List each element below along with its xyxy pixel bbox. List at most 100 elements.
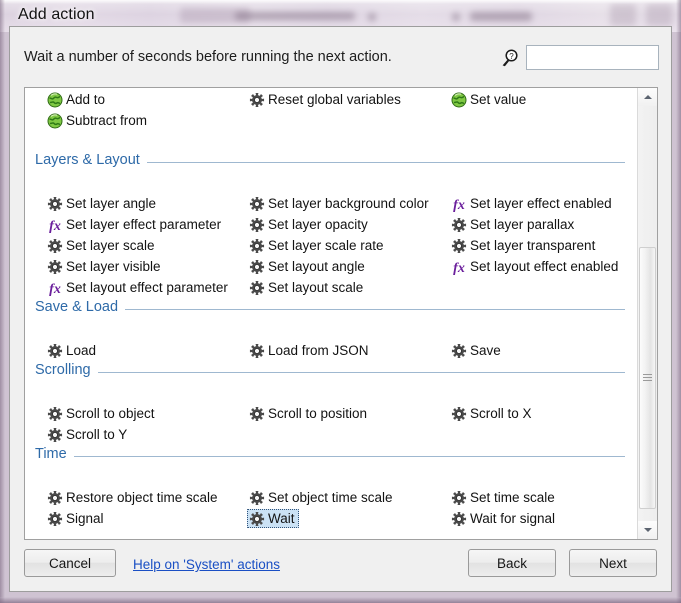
scroll-down-button[interactable] [638, 521, 657, 539]
window-title: Add action [18, 6, 95, 24]
action-item-label: Load from JSON [268, 343, 369, 359]
gear-icon [47, 238, 63, 254]
action-item[interactable]: Set layer parallax [449, 215, 578, 234]
cancel-button[interactable]: Cancel [24, 549, 116, 577]
action-item-label: Load [66, 343, 96, 359]
scroll-up-button[interactable] [638, 88, 657, 106]
action-section-scrolling: Scrolling Scroll to object Scroll to posit… [25, 362, 637, 426]
action-item-label: Set layer angle [66, 196, 156, 212]
back-button[interactable]: Back [468, 549, 556, 577]
scrollbar-grip-icon [643, 374, 652, 381]
action-list-panel[interactable]: Add to Reset global variables Set value Sub… [24, 87, 658, 540]
search-input[interactable] [526, 45, 659, 70]
action-item-label: Set layer opacity [268, 217, 368, 233]
action-item[interactable]: fxSet layout effect parameter [45, 278, 232, 297]
action-item[interactable]: Set layer transparent [449, 236, 599, 255]
section-header: Time [35, 446, 625, 466]
help-link[interactable]: Help on 'System' actions [133, 557, 280, 572]
action-item[interactable]: Set layout angle [247, 257, 369, 276]
section-title: Time [35, 446, 74, 462]
action-item[interactable]: Set layout scale [247, 278, 367, 297]
gear-icon [249, 511, 265, 527]
action-item[interactable]: fxSet layer effect parameter [45, 215, 225, 234]
action-item[interactable]: Reset global variables [247, 90, 405, 109]
action-item[interactable]: Set value [449, 90, 530, 109]
section-header: Layers & Layout [35, 152, 625, 172]
gear-icon [451, 343, 467, 359]
action-section-save-load: Save & Load LoadLoad from JSONSave [25, 299, 637, 342]
action-grid: LoadLoad from JSONSave [25, 319, 637, 340]
next-button[interactable]: Next [569, 549, 657, 577]
action-item[interactable]: Wait [247, 509, 299, 528]
action-item[interactable]: Scroll to Y [45, 425, 131, 444]
scroll-up-arrow-icon [644, 95, 652, 99]
svg-text:fx: fx [49, 282, 61, 296]
action-item[interactable]: Scroll to object [45, 404, 159, 423]
action-item[interactable]: fxSet layer effect enabled [449, 194, 616, 213]
dialog-window: Add action Wait a number of seconds befo… [0, 0, 681, 603]
action-item[interactable]: Save [449, 341, 505, 360]
dialog-client-area: Wait a number of seconds before running … [9, 26, 672, 592]
globe-icon [47, 92, 63, 108]
gear-icon [249, 196, 265, 212]
action-section-system-top: Add to Reset global variables Set value Sub… [25, 90, 637, 132]
section-title: Save & Load [35, 299, 125, 315]
action-item-label: Scroll to X [470, 406, 532, 422]
fx-icon: fx [47, 217, 63, 233]
section-header: Scrolling [35, 362, 625, 382]
gear-icon [249, 280, 265, 296]
action-item-label: Set layer transparent [470, 238, 595, 254]
action-item[interactable]: Add to [45, 90, 109, 109]
gear-icon [47, 406, 63, 422]
scrollbar-thumb[interactable] [639, 247, 656, 508]
action-item[interactable]: Load from JSON [247, 341, 373, 360]
action-item-label: Subtract from [66, 113, 147, 129]
action-item-label: Reset global variables [268, 92, 401, 108]
title-bar-highlight [0, 0, 681, 4]
action-item-label: Set object time scale [268, 490, 393, 506]
action-item-label: Set layout effect enabled [470, 259, 618, 275]
section-title: Layers & Layout [35, 152, 147, 168]
action-item[interactable]: Restore object time scale [45, 488, 222, 507]
action-item[interactable]: Set object time scale [247, 488, 397, 507]
action-item[interactable]: Subtract from [45, 111, 151, 130]
gear-icon [451, 511, 467, 527]
fx-icon: fx [451, 259, 467, 275]
action-item[interactable]: Set time scale [449, 488, 559, 507]
globe-icon [451, 92, 467, 108]
action-item-label: Set layer parallax [470, 217, 574, 233]
section-rule [35, 456, 625, 457]
gear-icon [47, 196, 63, 212]
action-item-label: Scroll to object [66, 406, 155, 422]
action-item-label: Save [470, 343, 501, 359]
svg-text:fx: fx [453, 261, 465, 275]
gear-icon [47, 259, 63, 275]
fx-icon: fx [47, 280, 63, 296]
gear-icon [451, 490, 467, 506]
action-item[interactable]: Signal [45, 509, 108, 528]
svg-text:fx: fx [453, 198, 465, 212]
list-scrollbar[interactable] [637, 88, 657, 539]
action-description: Wait a number of seconds before running … [24, 49, 392, 65]
action-item-label: Wait [268, 511, 295, 527]
action-grid: Set layer angle Set layer background colo… [25, 172, 637, 277]
action-item[interactable]: Scroll to position [247, 404, 371, 423]
action-item[interactable]: Set layer opacity [247, 215, 372, 234]
action-item-label: Add to [66, 92, 105, 108]
action-item[interactable]: Load [45, 341, 100, 360]
action-item[interactable]: Set layer visible [45, 257, 165, 276]
gear-icon [47, 490, 63, 506]
action-item[interactable]: Wait for signal [449, 509, 559, 528]
action-item[interactable]: Set layer scale rate [247, 236, 388, 255]
action-item[interactable]: Set layer scale [45, 236, 159, 255]
gear-icon [47, 343, 63, 359]
action-item[interactable]: Scroll to X [449, 404, 536, 423]
action-item[interactable]: fx Set layout effect enabled [449, 257, 622, 276]
window-edge-bottom [0, 597, 681, 603]
action-item-label: Set layout scale [268, 280, 363, 296]
action-item[interactable]: Set layer background color [247, 194, 433, 213]
gear-icon [451, 406, 467, 422]
gear-icon [249, 92, 265, 108]
action-item-label: Set time scale [470, 490, 555, 506]
action-item[interactable]: Set layer angle [45, 194, 160, 213]
